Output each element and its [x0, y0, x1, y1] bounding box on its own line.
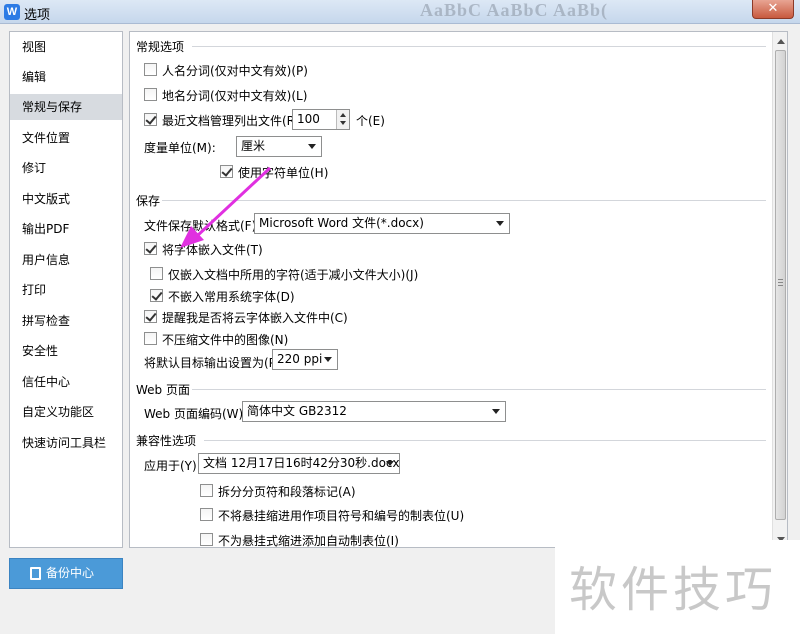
default-output-select[interactable]: 220 ppi [272, 349, 338, 370]
person-name-checkbox[interactable] [144, 63, 157, 76]
scrollbar-thumb[interactable] [775, 50, 786, 520]
embed-fonts-checkbox[interactable] [144, 242, 157, 255]
spinner-buttons[interactable] [336, 110, 349, 129]
settings-panel: 常规选项 人名分词(仅对中文有效)(P) 地名分词(仅对中文有效)(L) 最近文… [129, 31, 788, 548]
background-style-gallery-text: AaBbC AaBbC AaBb( [420, 0, 609, 20]
backup-center-label: 备份中心 [46, 566, 95, 580]
measure-unit-select[interactable]: 厘米 [236, 136, 322, 157]
default-format-value: Microsoft Word 文件(*.docx) [259, 216, 424, 230]
chevron-down-icon [324, 357, 332, 362]
close-button[interactable]: ✕ [752, 0, 794, 19]
window-title: 选项 [24, 8, 51, 23]
section-divider [192, 389, 766, 390]
apply-to-value: 文档 12月17日16时42分30秒.docx [203, 456, 400, 470]
sidebar-item-chinese-layout[interactable]: 中文版式 [10, 186, 122, 212]
default-output-label: 将默认目标输出设置为(P): [144, 356, 285, 370]
no-common-system-fonts-label: 不嵌入常用系统字体(D) [168, 290, 295, 304]
sidebar-item-trust-center[interactable]: 信任中心 [10, 369, 122, 395]
place-name-label: 地名分词(仅对中文有效)(L) [162, 89, 308, 103]
use-char-unit-label: 使用字符单位(H) [238, 166, 329, 180]
split-page-marks-checkbox[interactable] [200, 484, 213, 497]
default-output-value: 220 ppi [277, 352, 323, 366]
vertical-scrollbar[interactable] [772, 32, 787, 547]
grip-icon [778, 279, 783, 286]
default-format-select[interactable]: Microsoft Word 文件(*.docx) [254, 213, 510, 234]
scroll-up-arrow-icon[interactable] [777, 39, 785, 44]
title-bar: W 选项 AaBbC AaBbC AaBb( ✕ [0, 0, 800, 24]
no-common-system-fonts-checkbox[interactable] [150, 289, 163, 302]
backup-document-icon [30, 567, 41, 580]
recent-files-count-value: 100 [297, 112, 320, 126]
remind-cloud-fonts-checkbox[interactable] [144, 310, 157, 323]
embed-fonts-label: 将字体嵌入文件(T) [162, 243, 263, 257]
sidebar-item-view[interactable]: 视图 [10, 34, 122, 60]
general-section-title: 常规选项 [136, 40, 185, 54]
sidebar-item-print[interactable]: 打印 [10, 277, 122, 303]
sidebar-item-spell-check[interactable]: 拼写检查 [10, 308, 122, 334]
recent-files-unit: 个(E) [356, 114, 385, 128]
recent-files-label: 最近文档管理列出文件(R): [162, 114, 304, 128]
watermark-text: 软件技巧 [569, 562, 778, 618]
web-encoding-select[interactable]: 简体中文 GB2312 [242, 401, 506, 422]
sidebar-item-customize-ribbon[interactable]: 自定义功能区 [10, 399, 122, 425]
no-hanging-indent-tab-checkbox[interactable] [200, 508, 213, 521]
section-divider [162, 200, 766, 201]
options-sidebar: 视图 编辑 常规与保存 文件位置 修订 中文版式 输出PDF 用户信息 打印 拼… [9, 31, 123, 548]
sidebar-item-quick-access-toolbar[interactable]: 快速访问工具栏 [10, 430, 122, 456]
sidebar-item-user-info[interactable]: 用户信息 [10, 247, 122, 273]
measure-unit-value: 厘米 [241, 139, 266, 153]
default-format-label: 文件保存默认格式(F): [144, 219, 261, 233]
spin-down-icon[interactable] [340, 121, 346, 125]
web-encoding-label: Web 页面编码(W): [144, 407, 248, 421]
section-divider [204, 440, 766, 441]
chevron-down-icon [496, 221, 504, 226]
no-hanging-indent-tab-label: 不将悬挂缩进用作项目符号和编号的制表位(U) [218, 509, 465, 523]
split-page-marks-label: 拆分分页符和段落标记(A) [218, 485, 356, 499]
embed-used-only-checkbox[interactable] [150, 267, 163, 280]
spin-up-icon[interactable] [340, 113, 346, 117]
backup-center-button[interactable]: 备份中心 [9, 558, 123, 589]
sidebar-item-edit[interactable]: 编辑 [10, 64, 122, 90]
chevron-down-icon [492, 409, 500, 414]
remind-cloud-fonts-label: 提醒我是否将云字体嵌入文件中(C) [162, 311, 348, 325]
apply-to-label: 应用于(Y): [144, 459, 201, 473]
apply-to-select[interactable]: 文档 12月17日16时42分30秒.docx [198, 453, 400, 474]
chevron-down-icon [308, 144, 316, 149]
no-auto-tab-hanging-checkbox[interactable] [200, 533, 213, 546]
compat-section-title: 兼容性选项 [136, 434, 197, 448]
web-encoding-value: 简体中文 GB2312 [247, 404, 347, 418]
recent-files-checkbox[interactable] [144, 113, 157, 126]
sidebar-item-general-save[interactable]: 常规与保存 [10, 94, 122, 120]
no-compress-images-label: 不压缩文件中的图像(N) [162, 333, 289, 347]
sidebar-item-file-location[interactable]: 文件位置 [10, 125, 122, 151]
sidebar-item-output-pdf[interactable]: 输出PDF [10, 216, 122, 242]
person-name-label: 人名分词(仅对中文有效)(P) [162, 64, 308, 78]
wps-app-icon: W [4, 4, 20, 20]
save-section-title: 保存 [136, 194, 161, 208]
watermark-overlay: 软件技巧 [555, 540, 800, 634]
embed-used-only-label: 仅嵌入文档中所用的字符(适于减小文件大小)(J) [168, 268, 419, 282]
section-divider [192, 46, 766, 47]
place-name-checkbox[interactable] [144, 88, 157, 101]
sidebar-item-security[interactable]: 安全性 [10, 338, 122, 364]
no-auto-tab-hanging-label: 不为悬挂式缩进添加自动制表位(I) [218, 534, 399, 548]
measure-unit-label: 度量单位(M): [144, 141, 216, 155]
sidebar-item-revision[interactable]: 修订 [10, 155, 122, 181]
chevron-down-icon [386, 461, 394, 466]
recent-files-count-spinner[interactable]: 100 [292, 109, 350, 130]
no-compress-images-checkbox[interactable] [144, 332, 157, 345]
web-section-title: Web 页面 [136, 383, 190, 397]
use-char-unit-checkbox[interactable] [220, 165, 233, 178]
